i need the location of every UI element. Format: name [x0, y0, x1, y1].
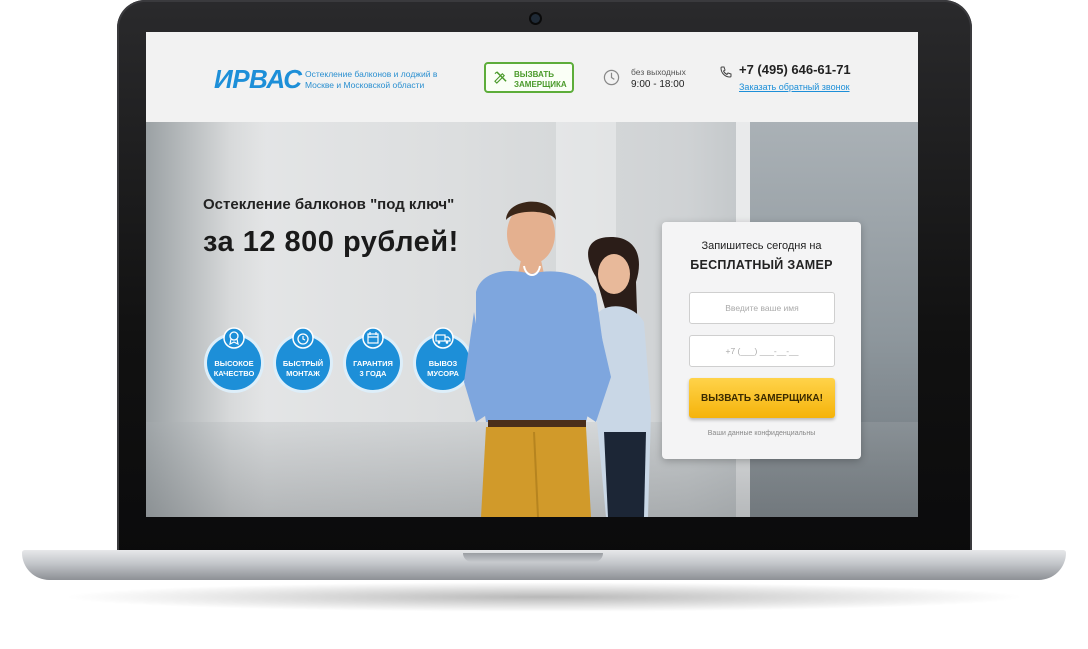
hero-price: за 12 800 рублей! — [203, 226, 459, 258]
call-button-line1: ВЫЗВАТЬ — [514, 70, 555, 79]
laptop-shadow — [60, 582, 1028, 612]
badge-fast-line2: МОНТАЖ — [286, 369, 320, 378]
medal-icon — [223, 327, 245, 349]
badge-fast-line1: БЫСТРЫЙ — [282, 359, 324, 368]
name-input[interactable] — [689, 292, 835, 324]
laptop-notch — [463, 553, 603, 562]
clock-icon — [603, 69, 620, 86]
call-button-line2: ЗАМЕРЩИКА — [514, 80, 567, 89]
ruler-pencil-icon — [494, 71, 507, 84]
phone-input[interactable] — [689, 335, 835, 367]
badge-quality-line1: ВЫСОКОЕ — [214, 359, 254, 368]
camera-icon — [531, 14, 540, 23]
signup-form: Запишитесь сегодня на БЕСПЛАТНЫЙ ЗАМЕР В… — [662, 222, 861, 459]
badge-warranty-line1: ГАРАНТИЯ — [353, 359, 393, 368]
badge-fast-install: БЫСТРЫЙ МОНТАЖ — [273, 327, 333, 393]
site-header: ИРВАС Остекление балконов и лоджий в Мос… — [146, 32, 918, 122]
phone-icon — [720, 66, 732, 78]
badge-warranty: ГАРАНТИЯ 3 ГОДА — [343, 327, 403, 393]
privacy-note: Ваши данные конфиденциальны — [707, 430, 816, 437]
call-measurer-button[interactable]: ВЫЗВАТЬ ЗАМЕРЩИКА — [484, 62, 574, 93]
hours-label: без выходных — [631, 67, 686, 77]
clock-icon — [292, 327, 314, 349]
badge-warranty-line2: 3 ГОДА — [359, 369, 387, 378]
submit-button[interactable]: ВЫЗВАТЬ ЗАМЕРЩИКА! — [689, 378, 835, 418]
callback-link[interactable]: Заказать обратный звонок — [739, 82, 850, 92]
landing-page: ИРВАС Остекление балконов и лоджий в Мос… — [146, 32, 918, 517]
calendar-icon — [362, 327, 384, 349]
happy-couple-photo — [464, 201, 651, 517]
badge-quality: ВЫСОКОЕ КАЧЕСТВО — [204, 327, 264, 393]
form-title: Запишитесь сегодня на — [701, 240, 822, 252]
badge-quality-line2: КАЧЕСТВО — [213, 369, 255, 378]
logo[interactable]: ИРВАС — [214, 64, 302, 95]
tagline: Остекление балконов и лоджий в Москве и … — [305, 69, 438, 90]
working-hours: 9:00 - 18:00 — [631, 79, 685, 90]
phone-number[interactable]: +7 (495) 646-61-71 — [739, 62, 851, 77]
form-subtitle: БЕСПЛАТНЫЙ ЗАМЕР — [690, 258, 833, 272]
hero-subtitle: Остекление балконов "под ключ" — [203, 196, 455, 213]
